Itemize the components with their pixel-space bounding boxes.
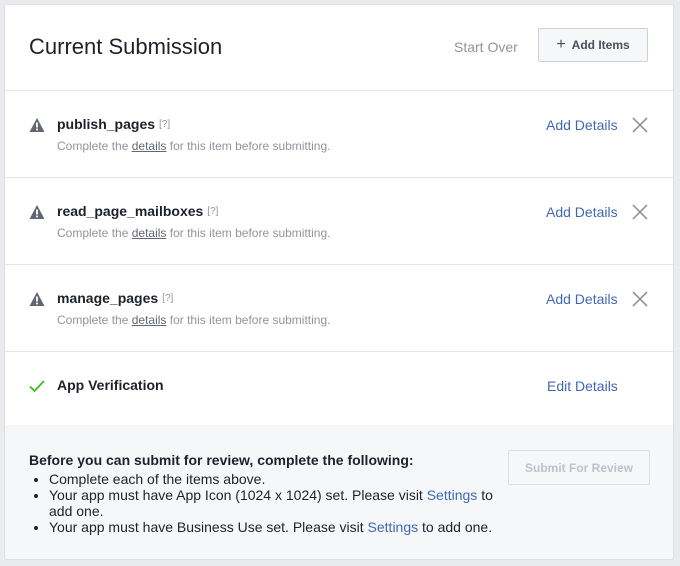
requirement-text: Your app must have Business Use set. Ple… xyxy=(49,519,364,535)
close-icon[interactable] xyxy=(631,116,649,134)
requirements-list: Complete each of the items above. Your a… xyxy=(29,471,519,535)
requirement-text: Your app must have App Icon (1024 x 1024… xyxy=(49,487,423,503)
item-description: Complete the details for this item befor… xyxy=(57,313,330,327)
close-icon[interactable] xyxy=(631,203,649,221)
edit-details-link[interactable]: Edit Details xyxy=(547,378,618,394)
checkmark-icon xyxy=(29,380,45,393)
item-name: read_page_mailboxes [?] xyxy=(57,203,218,219)
item-name: manage_pages [?] xyxy=(57,290,173,306)
item-name: publish_pages [?] xyxy=(57,116,170,132)
desc-text: Complete the xyxy=(57,313,129,327)
add-details-link[interactable]: Add Details xyxy=(546,291,618,307)
item-description: Complete the details for this item befor… xyxy=(57,139,330,153)
help-link[interactable]: [?] xyxy=(207,206,218,217)
add-details-link[interactable]: Add Details xyxy=(546,117,618,133)
item-name-text: publish_pages xyxy=(57,116,156,132)
details-link[interactable]: details xyxy=(132,313,167,327)
details-link[interactable]: details xyxy=(132,139,167,153)
page-title: Current Submission xyxy=(29,34,223,59)
submission-footer: Before you can submit for review, comple… xyxy=(5,425,673,559)
add-items-label: Add Items xyxy=(571,38,630,52)
list-item: publish_pages [?] Complete the details fo… xyxy=(5,91,673,178)
desc-text: Complete the xyxy=(57,139,129,153)
list-item: Your app must have Business Use set. Ple… xyxy=(49,519,519,535)
desc-text: Complete the xyxy=(57,226,129,240)
warning-icon xyxy=(29,205,45,219)
help-link[interactable]: [?] xyxy=(159,119,170,130)
settings-link[interactable]: Settings xyxy=(368,519,419,535)
requirement-text: Complete each of the items above. xyxy=(49,471,266,487)
desc-text: for this item before submitting. xyxy=(169,226,331,240)
app-verification-row: App Verification Edit Details xyxy=(5,352,673,426)
details-link[interactable]: details xyxy=(132,226,167,240)
warning-icon xyxy=(29,292,45,306)
submission-card: Current Submission Start Over + Add Item… xyxy=(4,4,674,560)
list-item: Your app must have App Icon (1024 x 1024… xyxy=(49,487,519,519)
close-icon[interactable] xyxy=(631,290,649,308)
requirement-text: to add one. xyxy=(422,519,493,535)
item-description: Complete the details for this item befor… xyxy=(57,226,330,240)
settings-link[interactable]: Settings xyxy=(427,487,478,503)
add-details-link[interactable]: Add Details xyxy=(546,204,618,220)
requirements-title: Before you can submit for review, comple… xyxy=(29,452,414,468)
submit-for-review-button[interactable]: Submit For Review xyxy=(508,450,650,485)
item-name: App Verification xyxy=(57,377,164,393)
submission-header: Current Submission Start Over + Add Item… xyxy=(5,5,673,91)
list-item: read_page_mailboxes [?] Complete the deta… xyxy=(5,178,673,265)
desc-text: for this item before submitting. xyxy=(169,139,331,153)
start-over-link[interactable]: Start Over xyxy=(454,39,518,55)
list-item: manage_pages [?] Complete the details for… xyxy=(5,265,673,352)
list-item: Complete each of the items above. xyxy=(49,471,519,487)
desc-text: for this item before submitting. xyxy=(169,313,331,327)
warning-icon xyxy=(29,118,45,132)
item-name-text: manage_pages xyxy=(57,290,159,306)
item-name-text: read_page_mailboxes xyxy=(57,203,204,219)
plus-icon: + xyxy=(556,36,566,53)
add-items-button[interactable]: + Add Items xyxy=(538,28,648,62)
help-link[interactable]: [?] xyxy=(162,293,173,304)
